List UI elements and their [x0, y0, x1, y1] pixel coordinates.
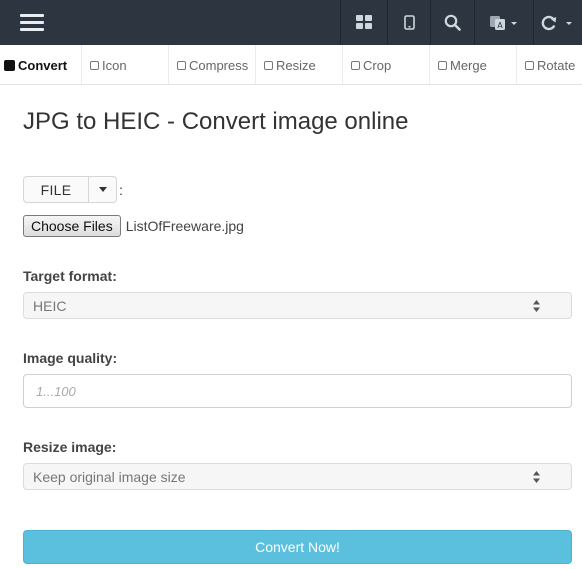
- checkbox-icon: [177, 60, 186, 70]
- source-dropdown-toggle[interactable]: [88, 176, 117, 203]
- tab-label: Crop: [363, 57, 392, 73]
- resize-image-value: Keep original image size: [33, 468, 186, 485]
- tab-compress[interactable]: Compress: [169, 45, 256, 84]
- tool-tabs: Convert Icon Compress Resize Crop Merge …: [0, 45, 582, 85]
- source-colon: :: [119, 181, 123, 198]
- top-navbar: A: [0, 0, 582, 45]
- tab-label: Merge: [450, 57, 487, 73]
- tab-label: Resize: [276, 57, 316, 73]
- target-format-label: Target format:: [23, 268, 117, 284]
- select-arrows-icon: [533, 300, 540, 312]
- target-format-value: HEIC: [33, 297, 67, 314]
- resize-image-select[interactable]: Keep original image size: [23, 463, 572, 490]
- tablet-button[interactable]: [387, 0, 430, 45]
- checkbox-icon: [90, 60, 99, 70]
- tablet-icon: [403, 15, 415, 30]
- choose-files-button[interactable]: Choose Files: [23, 215, 121, 237]
- search-icon: [444, 14, 461, 31]
- select-arrows-icon: [533, 471, 540, 483]
- grid-icon: [356, 15, 372, 29]
- file-source-button[interactable]: FILE: [23, 176, 88, 203]
- tab-label: Convert: [18, 57, 68, 73]
- checkbox-icon: [438, 60, 447, 70]
- image-quality-placeholder: 1...100: [36, 383, 76, 399]
- tab-label: Rotate: [537, 57, 576, 73]
- caret-down-icon: [98, 187, 107, 192]
- convert-now-button[interactable]: Convert Now!: [23, 530, 572, 564]
- checkbox-icon: [4, 59, 15, 71]
- hamburger-menu-icon[interactable]: [20, 14, 44, 31]
- source-type-group: FILE :: [23, 176, 123, 203]
- search-button[interactable]: [430, 0, 474, 45]
- refresh-button[interactable]: [533, 0, 582, 45]
- translate-icon: A: [490, 15, 517, 30]
- language-button[interactable]: A: [474, 0, 533, 45]
- selected-file-name: ListOfFreeware.jpg: [125, 218, 244, 234]
- image-quality-input[interactable]: 1...100: [23, 374, 572, 408]
- checkbox-icon: [525, 60, 534, 70]
- svg-text:A: A: [497, 21, 503, 30]
- tab-convert[interactable]: Convert: [0, 45, 82, 84]
- tab-label: Compress: [189, 57, 249, 73]
- file-picker: Choose Files ListOfFreeware.jpg: [23, 215, 244, 237]
- tab-resize[interactable]: Resize: [256, 45, 343, 84]
- checkbox-icon: [351, 60, 360, 70]
- tab-merge[interactable]: Merge: [430, 45, 517, 84]
- tab-rotate[interactable]: Rotate: [517, 45, 582, 84]
- checkbox-icon: [264, 60, 273, 70]
- tab-crop[interactable]: Crop: [343, 45, 430, 84]
- refresh-icon: [541, 15, 572, 30]
- image-quality-label: Image quality:: [23, 350, 118, 366]
- grid-button[interactable]: [340, 0, 387, 45]
- page-title: JPG to HEIC - Convert image online: [23, 108, 409, 135]
- resize-image-label: Resize image:: [23, 439, 117, 455]
- tab-label: Icon: [102, 57, 127, 73]
- tab-icon[interactable]: Icon: [82, 45, 169, 84]
- target-format-select[interactable]: HEIC: [23, 292, 572, 319]
